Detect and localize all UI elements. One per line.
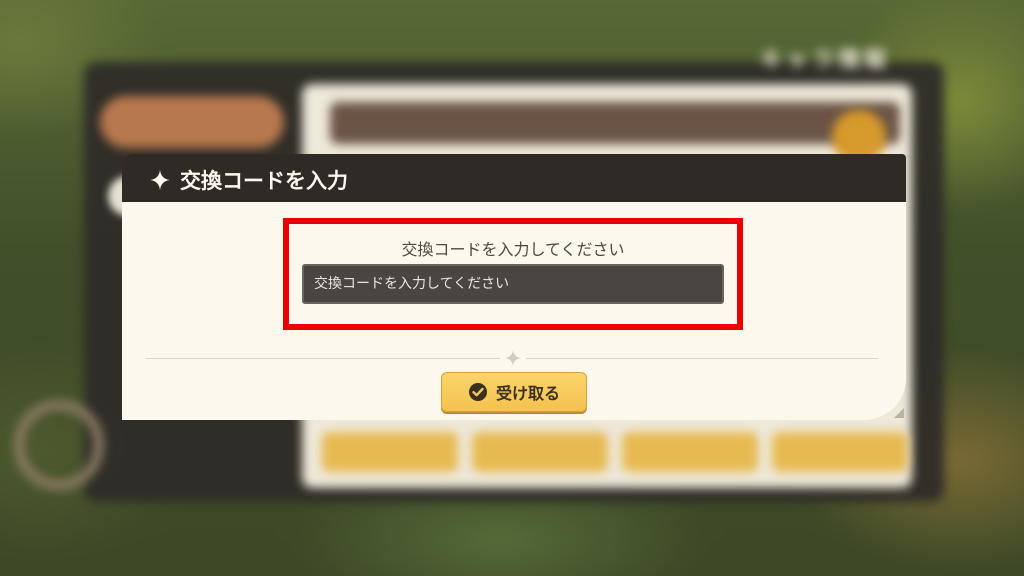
- sparkle-icon: [150, 170, 170, 190]
- background-menu-tab: [100, 96, 284, 148]
- corner-resize-mark: [894, 408, 904, 418]
- background-menu-button: [322, 432, 458, 472]
- receive-button[interactable]: 受け取る: [441, 372, 587, 412]
- background-menu-button: [622, 432, 758, 472]
- divider-sparkle-icon: [505, 350, 521, 366]
- exchange-code-input[interactable]: [302, 264, 724, 304]
- dialog-header: 交換コードを入力: [122, 154, 906, 202]
- check-circle-icon: [468, 383, 487, 401]
- divider-line: [146, 358, 500, 359]
- background-menu-button: [472, 432, 608, 472]
- game-screen: キャラ情報 交換コードを入力 交換コードを入力してください 交換コードを入力して…: [0, 0, 1024, 576]
- dialog-title: 交換コードを入力: [180, 169, 348, 193]
- background-menu-title: キャラ情報: [760, 48, 891, 73]
- background-menu-button: [772, 432, 908, 472]
- dialog-title-group: 交換コードを入力: [150, 165, 348, 195]
- background-ring: [14, 400, 104, 490]
- background-menu-row: [330, 102, 900, 144]
- divider-line: [526, 358, 878, 359]
- receive-button-label: 受け取る: [495, 384, 560, 403]
- code-prompt-label: 交換コードを入力してください: [401, 240, 625, 259]
